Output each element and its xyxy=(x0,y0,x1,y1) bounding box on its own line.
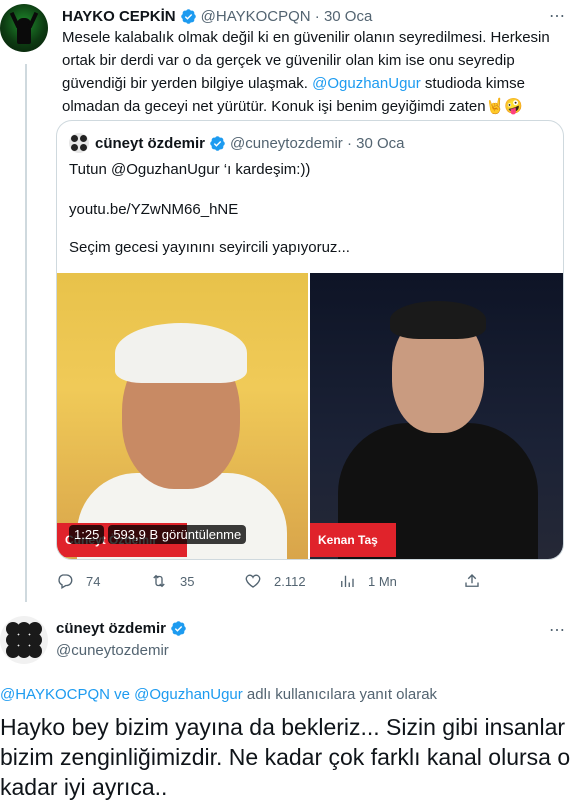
replying-to-links[interactable]: @HAYKOCPQN ve @OguzhanUgur xyxy=(0,686,243,703)
verified-badge-icon xyxy=(180,8,196,24)
reply-count: 74 xyxy=(86,573,101,589)
retweet-button[interactable]: 35 xyxy=(150,572,244,590)
tweet-text: Mesele kalabalık olmak değil ki en güven… xyxy=(62,26,562,118)
retweet-count: 35 xyxy=(180,573,195,589)
reply-author-row: cüneyt özdemir xyxy=(56,620,191,637)
quoted-text-line1: Tutun @OguzhanUgur ‘ı kardeşim:)) xyxy=(69,161,311,178)
views-count: 1 Mn xyxy=(368,573,397,589)
reply-author-handle[interactable]: @cuneytozdemir xyxy=(56,642,169,659)
video-player[interactable]: Cüneyt Özdemir Kenan Taş 1:25 593,9 B gö… xyxy=(57,273,563,559)
video-views: 593,9 B görüntülenme xyxy=(108,525,247,544)
views-button[interactable]: 1 Mn xyxy=(338,572,432,590)
video-duration: 1:25 xyxy=(69,525,105,544)
more-icon[interactable]: ⋯ xyxy=(549,620,566,640)
replying-to-suffix: adlı kullanıcılara yanıt olarak xyxy=(242,686,438,703)
reply-icon xyxy=(58,574,73,589)
avatar[interactable] xyxy=(0,616,48,664)
verified-badge-icon xyxy=(171,621,186,636)
reply-text: Hayko bey bizim yayına da bekleriz... Si… xyxy=(0,714,571,800)
more-icon[interactable]: ⋯ xyxy=(549,6,566,26)
video-badges: 1:25 593,9 B görüntülenme xyxy=(69,525,247,544)
share-button[interactable] xyxy=(463,572,481,595)
quoted-date: 30 Oca xyxy=(356,134,405,152)
avatar-arm-right xyxy=(27,11,39,29)
mention-link[interactable]: @OguzhanUgur xyxy=(312,75,421,92)
person-hair xyxy=(390,301,486,339)
retweet-icon xyxy=(153,574,165,588)
quoted-avatar xyxy=(69,133,89,153)
share-icon xyxy=(465,574,479,587)
video-frame-right: Kenan Taş xyxy=(310,273,563,559)
dot-separator: · xyxy=(310,7,324,25)
reply-button[interactable]: 74 xyxy=(56,572,150,590)
dot-separator: · xyxy=(342,134,357,152)
quoted-text-line3: Seçim gecesi yayınını seyircili yapıyoru… xyxy=(69,239,350,256)
thread-line xyxy=(25,64,27,602)
quoted-tweet[interactable]: cüneyt özdemir @cuneytozdemir · 30 Oca T… xyxy=(56,120,564,560)
replying-to: @HAYKOCPQN ve @OguzhanUgur adlı kullanıc… xyxy=(0,686,437,703)
author-handle[interactable]: @HAYKOCPQN xyxy=(201,8,311,25)
like-count: 2.112 xyxy=(274,573,306,589)
author-name[interactable]: HAYKO CEPKİN xyxy=(62,8,176,25)
name-overlay-right: Kenan Taş xyxy=(310,523,396,557)
like-button[interactable]: 2.112 xyxy=(244,572,338,590)
person-hair xyxy=(115,323,247,383)
reply-author-name[interactable]: cüneyt özdemir xyxy=(56,620,166,637)
avatar[interactable] xyxy=(0,4,48,52)
quoted-header: cüneyt özdemir @cuneytozdemir · 30 Oca xyxy=(69,133,405,153)
tweet-actions: 74 35 2.112 1 Mn xyxy=(56,572,496,590)
quoted-author-name: cüneyt özdemir xyxy=(95,134,206,152)
quoted-handle: @cuneytozdemir xyxy=(230,134,343,152)
tweet-header: HAYKO CEPKİN @HAYKOCPQN · 30 Oca ⋯ xyxy=(62,6,582,26)
tweet-date[interactable]: 30 Oca xyxy=(324,8,372,25)
video-frame-left: Cüneyt Özdemir xyxy=(57,273,308,559)
heart-icon xyxy=(245,574,261,588)
verified-badge-icon xyxy=(210,135,225,151)
quoted-text-line2: youtu.be/YZwNM66_hNE xyxy=(69,201,239,218)
views-chart-icon xyxy=(341,575,354,587)
